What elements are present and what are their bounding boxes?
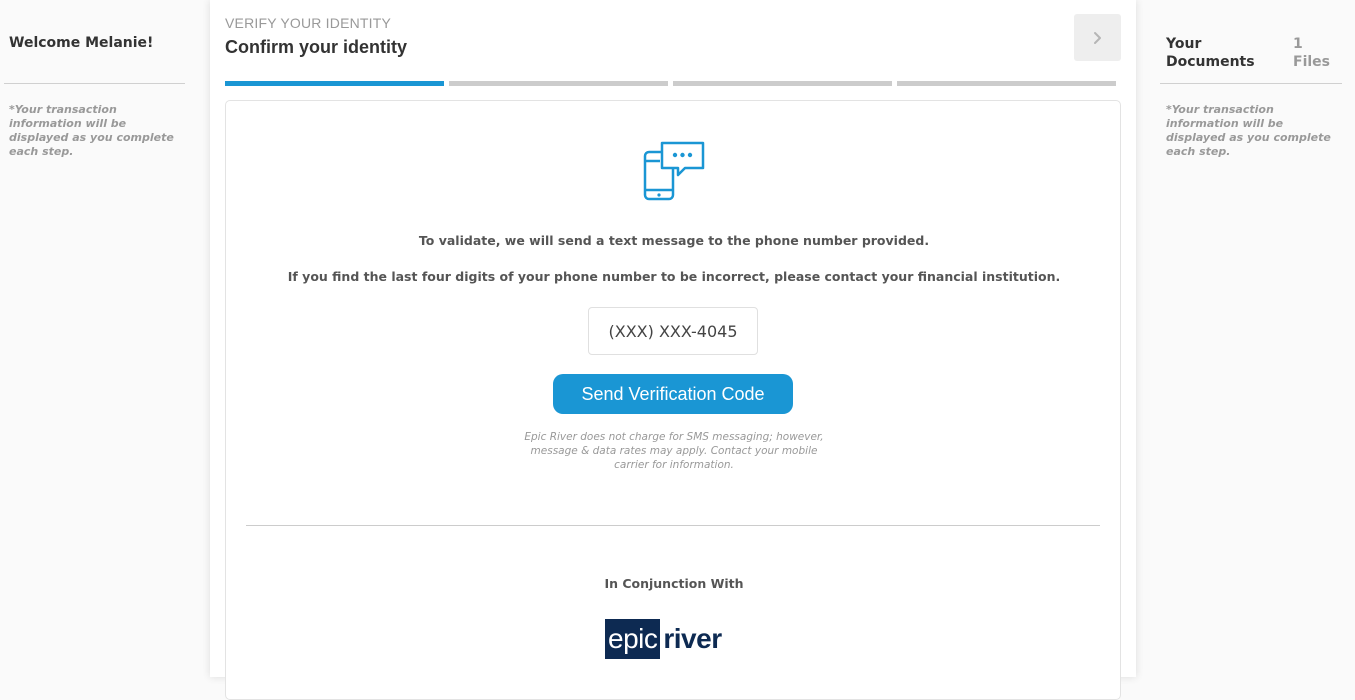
right-transaction-note: *Your transaction information will be di…	[1166, 103, 1331, 158]
sms-phone-icon	[643, 141, 705, 201]
left-sidebar-divider	[4, 83, 185, 84]
logo-epic: epic	[605, 619, 661, 659]
send-verification-code-button[interactable]: Send Verification Code	[553, 374, 793, 414]
files-count: 1 Files	[1293, 36, 1330, 70]
left-sidebar: Welcome Melanie! *Your transaction infor…	[0, 0, 190, 677]
instruction-text-send: To validate, we will send a text message…	[418, 233, 930, 248]
progress-step-2	[449, 81, 668, 86]
in-conjunction-label: In Conjunction With	[604, 576, 744, 591]
instruction-text-incorrect: If you find the last four digits of your…	[287, 269, 1061, 284]
page-title: Confirm your identity	[225, 37, 408, 57]
card-divider	[246, 525, 1100, 526]
right-sidebar-divider	[1160, 83, 1342, 84]
logo-river: river	[663, 623, 722, 654]
progress-step-1	[225, 81, 444, 86]
sms-disclaimer: Epic River does not charge for SMS messa…	[524, 431, 824, 471]
main-panel: VERIFY YOUR IDENTITY Confirm your identi…	[210, 0, 1136, 700]
epic-river-logo: epic river	[605, 619, 722, 659]
progress-step-3	[673, 81, 892, 86]
left-transaction-note: *Your transaction information will be di…	[9, 103, 174, 158]
step-label: VERIFY YOUR IDENTITY	[225, 15, 392, 31]
your-documents-title: Your Documents	[1166, 36, 1255, 70]
chevron-right-icon	[1093, 31, 1101, 44]
welcome-message: Welcome Melanie!	[9, 35, 154, 51]
verification-card: To validate, we will send a text message…	[225, 100, 1121, 700]
next-step-button[interactable]	[1074, 14, 1121, 61]
progress-step-4	[897, 81, 1116, 86]
progress-bar	[225, 81, 1116, 86]
right-sidebar: Your Documents 1 Files *Your transaction…	[1150, 0, 1355, 677]
masked-phone-number: (XXX) XXX-4045	[588, 307, 758, 355]
